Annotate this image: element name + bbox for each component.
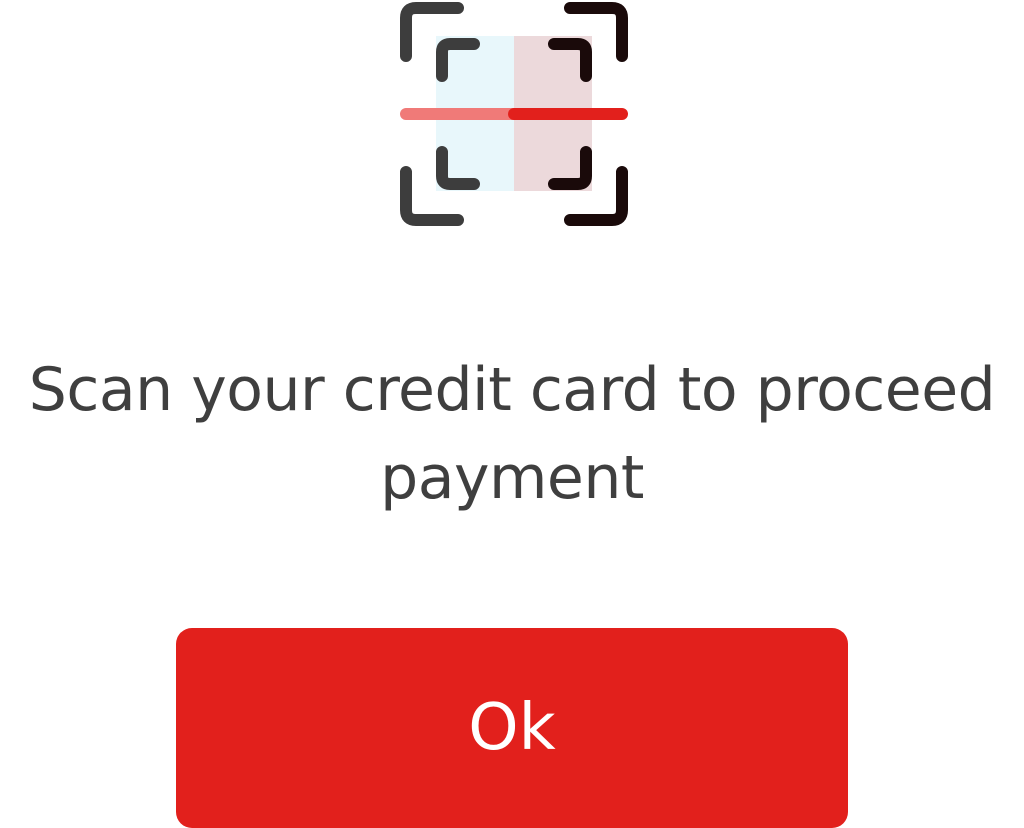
- scan-card-dialog: Scan your credit card to proceed payment…: [0, 0, 1024, 828]
- card-scan-icon: [396, 0, 632, 232]
- ok-button[interactable]: Ok: [176, 628, 848, 828]
- scan-instruction-text: Scan your credit card to proceed payment: [28, 355, 996, 513]
